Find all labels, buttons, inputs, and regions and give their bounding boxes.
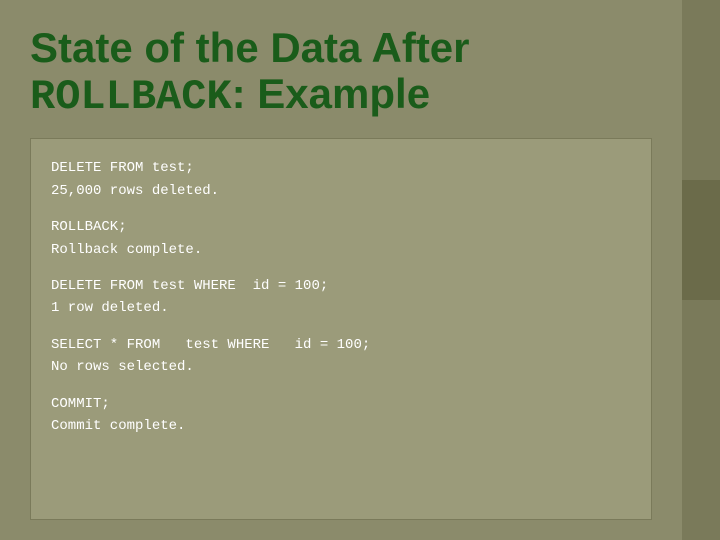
- title-block: State of the Data After ROLLBACK: Exampl…: [30, 25, 690, 120]
- page-container: State of the Data After ROLLBACK: Exampl…: [0, 0, 720, 540]
- right-sidebar-accent: [682, 180, 720, 300]
- title-line2: ROLLBACK: Example: [30, 71, 690, 120]
- code-section: DELETE FROM test;25,000 rows deleted.: [51, 157, 631, 202]
- code-line: Rollback complete.: [51, 239, 631, 261]
- title-line1: State of the Data After: [30, 25, 690, 71]
- right-sidebar: [682, 0, 720, 540]
- code-section: DELETE FROM test WHERE id = 100;1 row de…: [51, 275, 631, 320]
- code-line: DELETE FROM test WHERE id = 100;: [51, 275, 631, 297]
- code-line: COMMIT;: [51, 393, 631, 415]
- code-line: 25,000 rows deleted.: [51, 180, 631, 202]
- code-section: COMMIT;Commit complete.: [51, 393, 631, 438]
- title-rollback: ROLLBACK: [30, 73, 232, 121]
- code-line: ROLLBACK;: [51, 216, 631, 238]
- code-line: No rows selected.: [51, 356, 631, 378]
- code-line: SELECT * FROM test WHERE id = 100;: [51, 334, 631, 356]
- code-section: ROLLBACK;Rollback complete.: [51, 216, 631, 261]
- title-suffix: : Example: [232, 70, 430, 117]
- code-box: DELETE FROM test;25,000 rows deleted. ROL…: [30, 138, 652, 520]
- code-line: DELETE FROM test;: [51, 157, 631, 179]
- code-section: SELECT * FROM test WHERE id = 100;No row…: [51, 334, 631, 379]
- code-line: Commit complete.: [51, 415, 631, 437]
- code-line: 1 row deleted.: [51, 297, 631, 319]
